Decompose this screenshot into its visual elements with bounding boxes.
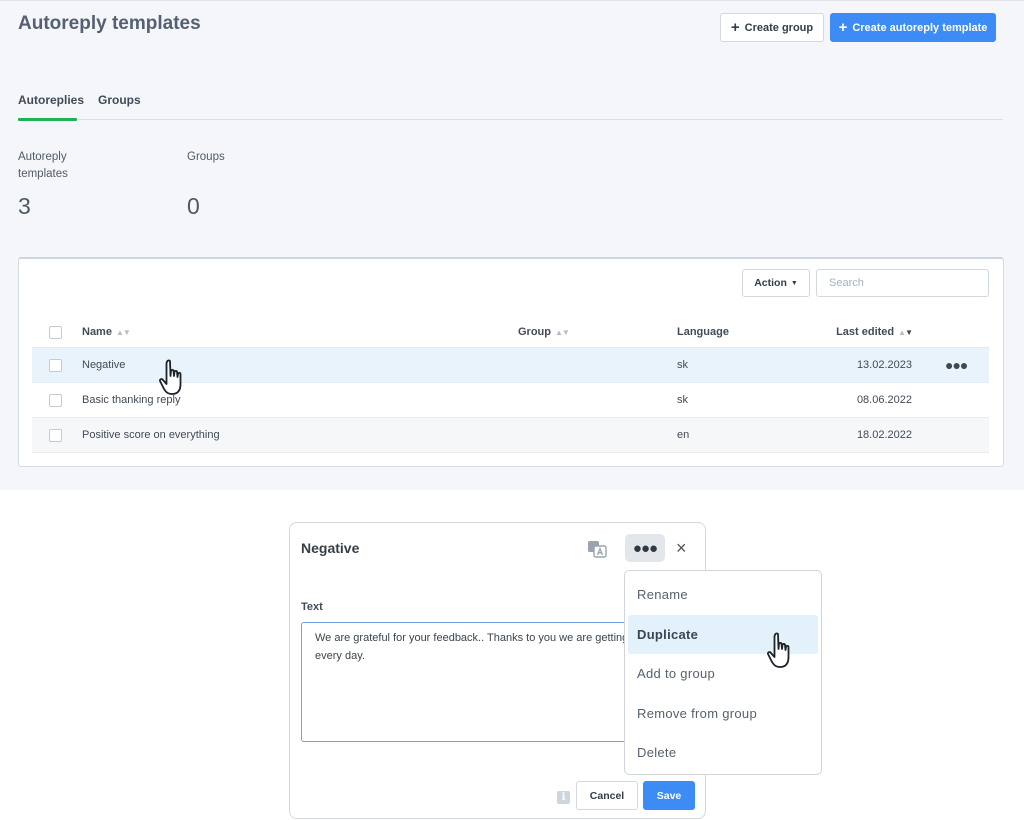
row-name: Positive score on everything: [82, 429, 220, 441]
column-last-edited[interactable]: Last edited ▲▼: [836, 317, 913, 347]
row-checkbox[interactable]: [49, 359, 62, 372]
row-language: sk: [677, 394, 688, 406]
action-label: Action: [754, 277, 787, 289]
cancel-button[interactable]: Cancel: [576, 781, 638, 810]
plus-icon: +: [730, 19, 740, 36]
row-last-edited: 18.02.2022: [856, 429, 912, 441]
column-name[interactable]: Name ▲▼: [82, 317, 131, 347]
stat-value: 0: [187, 193, 200, 219]
create-autoreply-template-button[interactable]: + Create autoreply template: [830, 13, 996, 42]
modal-title: Negative: [301, 540, 360, 556]
close-icon[interactable]: ×: [676, 538, 687, 558]
menu-item-remove-from-group[interactable]: Remove from group: [625, 694, 821, 734]
row-last-edited: 08.06.2022: [856, 394, 912, 406]
column-group[interactable]: Group ▲▼: [518, 317, 570, 347]
info-icon[interactable]: i: [557, 791, 570, 804]
row-name: Negative: [82, 359, 126, 371]
menu-item-delete[interactable]: Delete: [625, 733, 821, 773]
row-checkbox[interactable]: [49, 429, 62, 442]
sort-icon: ▲▼: [555, 327, 570, 337]
more-options-button[interactable]: ●●●: [625, 534, 665, 562]
sort-desc-icon: ▲▼: [898, 327, 913, 337]
translate-icon[interactable]: [587, 540, 607, 558]
page-title: Autoreply templates: [18, 13, 201, 34]
text-label: Text: [301, 601, 323, 613]
tab-groups[interactable]: Groups: [98, 93, 141, 120]
row-language: sk: [677, 359, 688, 371]
tab-autoreplies[interactable]: Autoreplies: [18, 93, 84, 121]
tab-bar: Autoreplies Groups: [18, 93, 1003, 121]
search-input[interactable]: [816, 269, 989, 297]
stat-label: Groups: [187, 151, 225, 163]
save-button[interactable]: Save: [643, 781, 695, 810]
create-group-label: Create group: [744, 21, 814, 34]
hand-cursor-icon: [159, 359, 182, 395]
row-last-edited: 13.02.2023: [856, 359, 912, 371]
action-dropdown-button[interactable]: Action ▼: [742, 269, 810, 297]
stat-value: 3: [18, 193, 31, 219]
column-last-edited-label: Last edited: [836, 326, 895, 338]
templates-page: Autoreply templates + Create group + Cre…: [0, 0, 1024, 490]
stat-label: Autoreply templates: [18, 151, 68, 180]
caret-down-icon: ▼: [790, 279, 798, 287]
hand-cursor-icon: [767, 632, 790, 668]
sort-icon: ▲▼: [115, 327, 131, 337]
select-all-checkbox[interactable]: [49, 326, 62, 339]
column-name-label: Name: [82, 326, 112, 338]
create-group-button[interactable]: + Create group: [720, 13, 824, 42]
row-language: en: [677, 429, 690, 441]
column-group-label: Group: [518, 326, 551, 338]
row-more-icon[interactable]: ●●●: [945, 348, 968, 382]
table-row[interactable]: Positive score on everything en 18.02.20…: [32, 418, 989, 453]
column-language: Language: [677, 326, 729, 338]
plus-icon: +: [838, 19, 848, 36]
more-options-menu: Rename Duplicate Add to group Remove fro…: [624, 570, 822, 775]
create-template-label: Create autoreply template: [852, 21, 988, 34]
stat-groups: Groups 0: [187, 149, 247, 219]
menu-item-rename[interactable]: Rename: [625, 575, 821, 615]
row-checkbox[interactable]: [49, 394, 62, 407]
stat-autoreply-templates: Autoreply templates 3: [18, 149, 78, 219]
table-header: Name ▲▼ Group ▲▼ Language Last edited ▲▼: [32, 317, 989, 348]
